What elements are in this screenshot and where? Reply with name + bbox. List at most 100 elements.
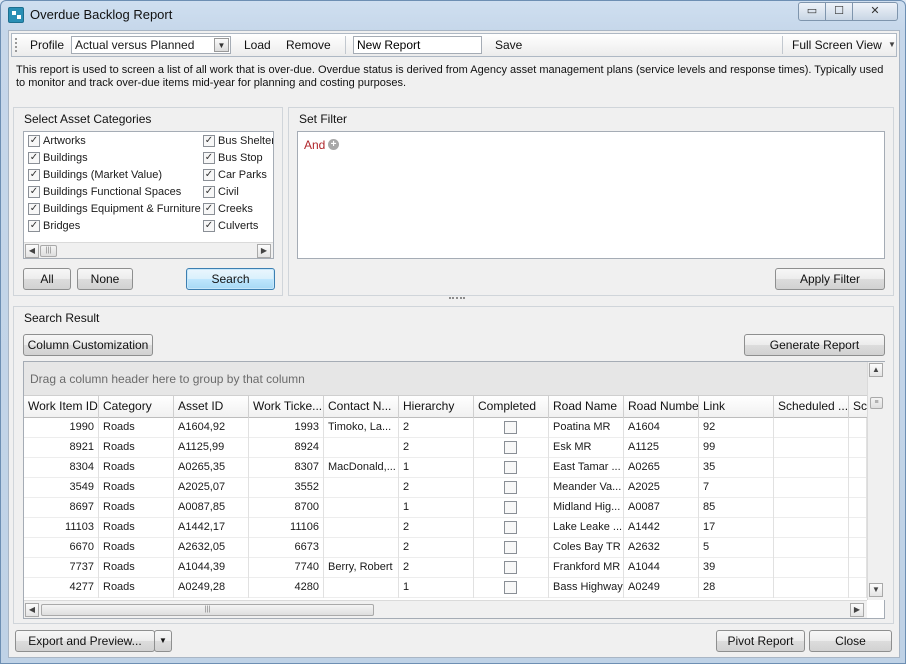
load-button[interactable]: Load (244, 38, 271, 52)
category-item[interactable]: ✓ Buildings (Market Value) (26, 168, 201, 185)
checkbox[interactable]: ✓ (203, 152, 215, 164)
scroll-down-icon[interactable]: ▼ (869, 583, 883, 597)
scroll-left-icon[interactable]: ◀ (25, 244, 39, 258)
category-item[interactable]: ✓ Civil (201, 185, 273, 202)
category-item[interactable]: ✓ Creeks (201, 202, 273, 219)
checkbox[interactable]: ✓ (28, 135, 40, 147)
column-header[interactable]: Completed (474, 396, 549, 418)
maximize-button[interactable]: ☐ (825, 2, 853, 21)
full-screen-button[interactable]: Full Screen View (792, 38, 882, 52)
column-header[interactable]: Contact N... (324, 396, 399, 418)
group-by-area[interactable]: Drag a column header here to group by th… (24, 362, 867, 396)
save-button[interactable]: Save (495, 38, 522, 52)
remove-button[interactable]: Remove (286, 38, 331, 52)
table-row[interactable]: 11103 Roads A1442,17 11106 2 Lake Leake ... A1… (24, 518, 867, 538)
table-row[interactable]: 1990 Roads A1604,92 1993 Timoko, La... 2 Poati… (24, 418, 867, 438)
export-preview-button[interactable]: Export and Preview... (15, 630, 155, 652)
column-header[interactable]: Hierarchy (399, 396, 474, 418)
table-cell: Frankford MR (549, 558, 624, 578)
category-item[interactable]: ✓ Car Parks (201, 168, 273, 185)
table-cell: Coles Bay TR (549, 538, 624, 558)
category-horizontal-scrollbar[interactable]: ◀ ||| ▶ (24, 242, 273, 258)
select-all-button[interactable]: All (23, 268, 71, 290)
title-bar: Overdue Backlog Report ▭ ☐ ✕ (1, 1, 905, 29)
scroll-left-icon[interactable]: ◀ (25, 603, 39, 617)
minimize-button[interactable]: ▭ (798, 2, 826, 21)
checkbox[interactable]: ✓ (203, 135, 215, 147)
column-customization-button[interactable]: Column Customization (23, 334, 153, 356)
category-item[interactable]: ✓ Culverts (201, 219, 273, 236)
column-header[interactable]: Road Name (549, 396, 624, 418)
checkbox[interactable]: ✓ (28, 152, 40, 164)
table-row[interactable]: 3549 Roads A2025,07 3552 2 Meander Va... A2025… (24, 478, 867, 498)
completed-cell (474, 538, 549, 558)
generate-report-button[interactable]: Generate Report (744, 334, 885, 356)
checkbox[interactable]: ✓ (203, 220, 215, 232)
checkbox[interactable]: ✓ (203, 186, 215, 198)
category-item[interactable]: ✓ Artworks (26, 134, 201, 151)
table-row[interactable]: 6670 Roads A2632,05 6673 2 Coles Bay TR A2632 5 (24, 538, 867, 558)
completed-checkbox[interactable] (504, 581, 517, 594)
table-row[interactable]: 8304 Roads A0265,35 8307 MacDonald,... 1 East … (24, 458, 867, 478)
scroll-right-icon[interactable]: ▶ (257, 244, 271, 258)
column-header[interactable]: Link (699, 396, 774, 418)
checkbox[interactable]: ✓ (28, 169, 40, 181)
checkbox[interactable]: ✓ (28, 220, 40, 232)
filter-operator[interactable]: And (304, 138, 325, 152)
category-item[interactable]: ✓ Buildings Functional Spaces (26, 185, 201, 202)
table-row[interactable]: 7737 Roads A1044,39 7740 Berry, Robert 2 Frank… (24, 558, 867, 578)
column-header[interactable]: Sc (849, 396, 867, 418)
grid-vertical-scrollbar[interactable]: ▲ ≡ ▼ (867, 362, 885, 600)
toolbar-grip[interactable] (15, 38, 19, 52)
category-item[interactable]: ✓Bus Shelters (201, 134, 273, 151)
table-cell (774, 518, 849, 538)
profile-select[interactable]: Actual versus Planned ▼ (71, 36, 231, 54)
category-item[interactable]: ✓ Buildings (26, 151, 201, 168)
table-row[interactable]: 8697 Roads A0087,85 8700 1 Midland Hig... A008… (24, 498, 867, 518)
completed-checkbox[interactable] (504, 541, 517, 554)
column-header[interactable]: Scheduled ... (774, 396, 849, 418)
export-dropdown-icon[interactable]: ▼ (154, 630, 172, 652)
table-row[interactable]: 4277 Roads A0249,28 4280 1 Bass Highway A0249 2… (24, 578, 867, 598)
chevron-down-icon[interactable]: ▼ (214, 38, 229, 52)
set-filter-title: Set Filter (299, 112, 348, 126)
checkbox[interactable]: ✓ (203, 203, 215, 215)
apply-filter-button[interactable]: Apply Filter (775, 268, 885, 290)
completed-checkbox[interactable] (504, 521, 517, 534)
toolbar-overflow-icon[interactable]: ▼ (887, 35, 897, 55)
search-button[interactable]: Search (186, 268, 275, 290)
scroll-thumb[interactable]: ||| (40, 245, 57, 257)
report-name-input[interactable] (353, 36, 482, 54)
add-condition-icon[interactable]: + (328, 139, 339, 150)
scroll-thumb[interactable]: ≡ (870, 397, 883, 409)
completed-checkbox[interactable] (504, 481, 517, 494)
category-item[interactable]: ✓ Bridges (26, 219, 201, 236)
scroll-right-icon[interactable]: ▶ (850, 603, 864, 617)
filter-editor[interactable]: And + (297, 131, 885, 259)
checkbox[interactable]: ✓ (28, 186, 40, 198)
category-item[interactable]: ✓ Bus Stop (201, 151, 273, 168)
table-row[interactable]: 8921 Roads A1125,99 8924 2 Esk MR A1125 99 (24, 438, 867, 458)
splitter-handle[interactable] (449, 297, 465, 303)
table-cell (849, 498, 867, 518)
close-button[interactable]: Close (809, 630, 892, 652)
checkbox[interactable]: ✓ (28, 203, 40, 215)
scroll-up-icon[interactable]: ▲ (869, 363, 883, 377)
grid-horizontal-scrollbar[interactable]: ◀ ||| ▶ (24, 600, 867, 618)
completed-checkbox[interactable] (504, 561, 517, 574)
column-header[interactable]: Road Number (624, 396, 699, 418)
category-item[interactable]: ✓ Buildings Equipment & Furniture (26, 202, 201, 219)
column-header[interactable]: Work Item ID (24, 396, 99, 418)
scroll-thumb[interactable]: ||| (41, 604, 374, 616)
select-none-button[interactable]: None (77, 268, 133, 290)
completed-checkbox[interactable] (504, 441, 517, 454)
close-window-button[interactable]: ✕ (852, 2, 898, 21)
completed-checkbox[interactable] (504, 501, 517, 514)
column-header[interactable]: Work Ticke... (249, 396, 324, 418)
pivot-report-button[interactable]: Pivot Report (716, 630, 805, 652)
completed-checkbox[interactable] (504, 421, 517, 434)
completed-checkbox[interactable] (504, 461, 517, 474)
column-header[interactable]: Asset ID (174, 396, 249, 418)
column-header[interactable]: Category (99, 396, 174, 418)
checkbox[interactable]: ✓ (203, 169, 215, 181)
